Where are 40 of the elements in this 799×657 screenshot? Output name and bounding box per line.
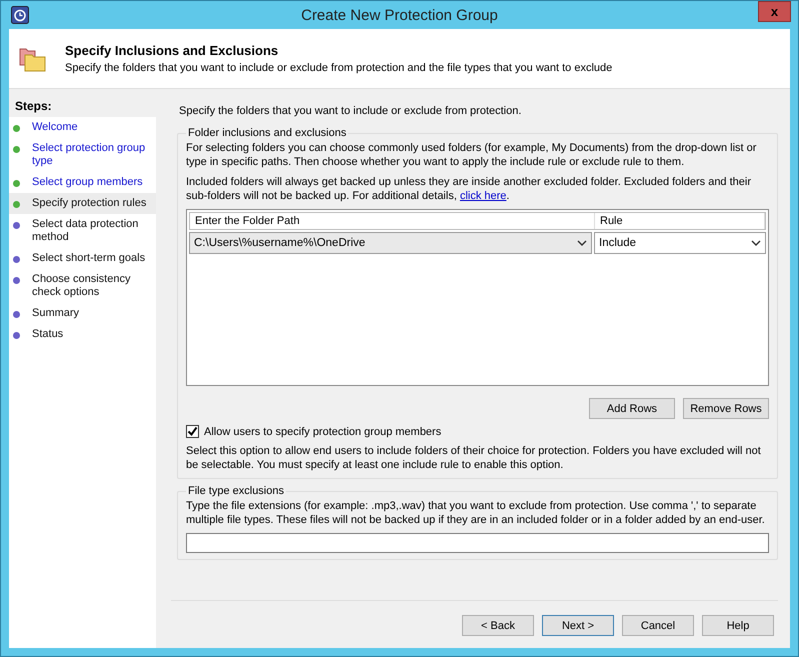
window-title: Create New Protection Group — [300, 6, 499, 24]
column-header: Enter the Folder Path — [190, 213, 595, 229]
wizard-button[interactable]: Cancel — [622, 615, 694, 636]
group-legend: File type exclusions — [186, 485, 286, 497]
checkbox[interactable] — [186, 425, 199, 438]
grid-button[interactable]: Add Rows — [589, 398, 675, 419]
step-item[interactable]: Welcome — [9, 117, 156, 138]
step-item[interactable]: Choose consistency check options — [9, 269, 156, 303]
step-item[interactable]: Status — [9, 324, 156, 345]
steps-title: Steps: — [9, 95, 156, 117]
checkbox-label: Allow users to specify protection group members — [204, 426, 442, 438]
click-here-link[interactable]: click here — [460, 190, 506, 202]
step-item[interactable]: Specify protection rules — [9, 193, 156, 214]
checkmark-icon — [187, 426, 198, 437]
step-item[interactable]: Select group members — [9, 172, 156, 193]
rule-dropdown[interactable]: Include — [594, 232, 766, 254]
step-item[interactable]: Select data protection method — [9, 214, 156, 248]
chevron-down-icon — [751, 240, 761, 246]
grid-button[interactable]: Remove Rows — [683, 398, 769, 419]
clock-icon — [11, 6, 29, 24]
wizard-button[interactable]: < Back — [462, 615, 534, 636]
folder-path-dropdown[interactable]: C:\Users\%username%\OneDrive — [189, 232, 592, 254]
wizard-button[interactable]: Help — [702, 615, 774, 636]
page-subtitle: Specify the folders that you want to include or exclude from protection and the file types that you want to exclude — [65, 62, 612, 74]
step-item[interactable]: Select protection group type — [9, 138, 156, 172]
column-header: Rule — [595, 213, 765, 229]
group-legend: Folder inclusions and exclusions — [186, 127, 348, 139]
step-item[interactable]: Summary — [9, 303, 156, 324]
help-text: Type the file extensions (for example: .mp3,.wav) that you want to exclude from protection. Use comma ',' to separate multiple file types. These files will not be backed up if they are in an included folder or in a folder added by an end-user. — [186, 499, 766, 527]
help-text: Select this option to allow end users to include folders of their choice for protection. Folders you have excluded will not be selectable. You must specify at least one include rule to enable this option. — [186, 444, 762, 472]
help-text: Included folders will always get backed up unless they are inside another excluded folder. Excluded folders and their sub-folders will not be backed up. For additional details, click here. — [186, 175, 752, 203]
chevron-down-icon — [577, 240, 587, 246]
intro-text: Specify the folders that you want to include or exclude from protection. — [179, 105, 522, 117]
folders-icon — [19, 46, 47, 72]
page-title: Specify Inclusions and Exclusions — [65, 43, 280, 58]
close-button[interactable]: x — [758, 1, 791, 22]
extensions-field[interactable] — [186, 533, 769, 553]
wizard-button[interactable]: Next > — [542, 615, 614, 636]
help-text: For selecting folders you can choose commonly used folders (for example, My Documents) from the drop-down list or type in specific paths. Then choose whether you want to apply the include rule or exclude rule to them. — [186, 141, 758, 169]
step-item[interactable]: Select short-term goals — [9, 248, 156, 269]
